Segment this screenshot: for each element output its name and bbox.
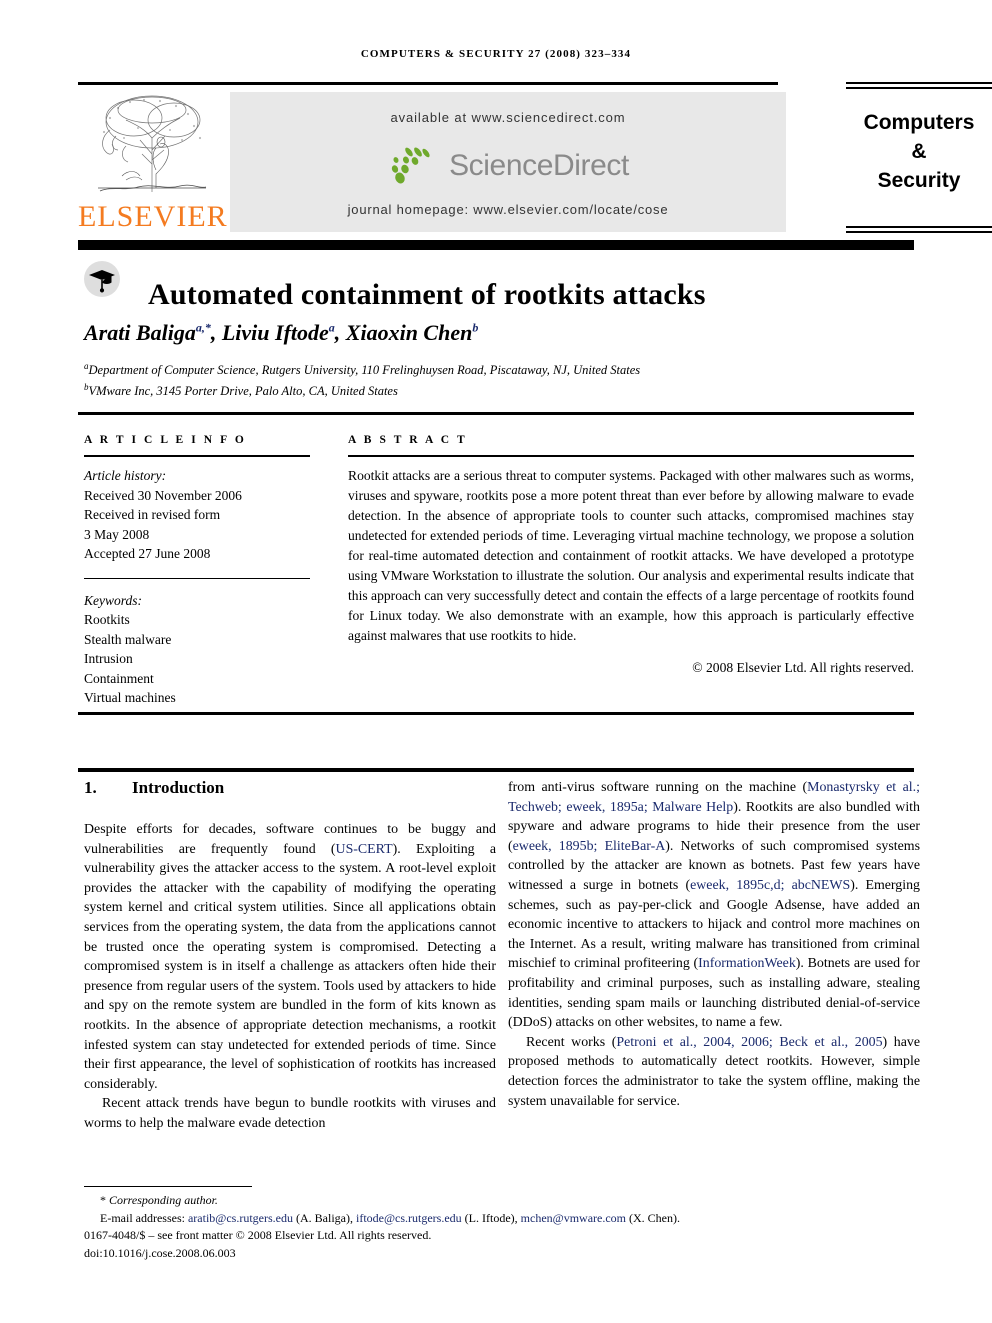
masthead-black-bar: [78, 240, 914, 250]
journal-masthead: ELSEVIER available at www.sciencedirect.…: [78, 82, 992, 242]
keywords-block: Keywords: Rootkits Stealth malware Intru…: [84, 591, 310, 708]
corresponding-author-note: * Corresponding author.: [84, 1192, 920, 1210]
abstract-column: A B S T R A C T Rootkit attacks are a se…: [348, 434, 914, 676]
sciencedirect-leaves-icon: [391, 147, 430, 184]
email-link[interactable]: iftode@cs.rutgers.edu: [356, 1211, 462, 1225]
paragraph: from anti-virus software running on the …: [508, 780, 921, 1031]
article-info-heading: A R T I C L E I N F O: [84, 434, 247, 446]
masthead-rule-right-bottom: [846, 226, 992, 228]
journal-homepage-text: journal homepage: www.elsevier.com/locat…: [347, 202, 669, 217]
sciencedirect-wordmark: ScienceDirect: [449, 149, 629, 182]
doi-line: doi:10.1016/j.cose.2008.06.003: [84, 1245, 236, 1260]
article-history-label: Article history:: [84, 468, 167, 483]
corresponding-marker: *: [100, 1193, 106, 1207]
masthead-rule-right-top: [846, 82, 992, 84]
affiliation-b: bVMware Inc, 3145 Porter Drive, Palo Alt…: [84, 382, 398, 399]
paragraph: Recent works (Petroni et al., 2004, 2006…: [508, 1034, 920, 1109]
masthead-rule-right-top-2: [846, 87, 992, 89]
body-column-left: 1. Introduction Despite efforts for decad…: [84, 778, 496, 1134]
journal-title-block: Computers & Security: [846, 108, 992, 195]
email-owner: (L. Iftode): [464, 1210, 515, 1225]
citation-link[interactable]: InformationWeek: [698, 956, 796, 971]
body-top-bar: [78, 768, 914, 772]
abstract-heading: A B S T R A C T: [348, 434, 468, 446]
keyword-item: Intrusion: [84, 651, 133, 666]
masthead-rule-right-bottom-2: [846, 231, 992, 233]
article-history: Article history: Received 30 November 20…: [84, 466, 310, 564]
section-title: Introduction: [132, 778, 225, 797]
footnote-rule: [84, 1186, 252, 1187]
citation-link[interactable]: eweek, 1895c,d; abcNEWS: [690, 878, 850, 893]
email-owner: (X. Chen): [629, 1210, 678, 1225]
article-info-rule: [84, 455, 310, 457]
page-title: Automated containment of rootkits attack…: [148, 278, 706, 312]
article-info-column: A R T I C L E I N F O Article history: R…: [84, 434, 310, 708]
paragraph: Despite efforts for decades, software co…: [84, 822, 496, 1092]
running-head: Computers & security 27 (2008) 323–334: [360, 48, 632, 60]
issn-front-matter: 0167-4048/$ – see front matter © 2008 El…: [84, 1228, 432, 1242]
body-column-right: from anti-virus software running on the …: [508, 778, 920, 1111]
author-list: Arati Baligaa,*, Liviu Iftodea, Xiaoxin …: [84, 320, 479, 345]
section-heading-introduction: 1. Introduction: [84, 778, 496, 798]
citation-link[interactable]: eweek, 1895b; EliteBar-A: [513, 839, 666, 854]
sciencedirect-panel: available at www.sciencedirect.com Scien…: [230, 92, 786, 232]
keywords-label: Keywords:: [84, 592, 142, 608]
abstract-rule: [348, 455, 914, 457]
elsevier-logo: ELSEVIER: [78, 92, 228, 240]
citation-link[interactable]: Petroni et al., 2004, 2006; Beck et al.,…: [616, 1035, 882, 1050]
footnote-block: * Corresponding author. E-mail addresses…: [84, 1192, 920, 1262]
article-history-line: Received 30 November 2006: [84, 487, 242, 503]
abstract-copyright: © 2008 Elsevier Ltd. All rights reserved…: [692, 660, 914, 675]
abstract-text: Rootkit attacks are a serious threat to …: [348, 468, 914, 643]
affiliations: aDepartment of Computer Science, Rutgers…: [84, 358, 914, 400]
sciencedirect-logo[interactable]: ScienceDirect: [230, 142, 786, 190]
keyword-item: Rootkits: [84, 612, 130, 627]
elsevier-tree-icon: [98, 95, 207, 192]
affiliation-a: aDepartment of Computer Science, Rutgers…: [84, 361, 641, 378]
keyword-item: Containment: [84, 670, 154, 686]
keywords-rule: [84, 577, 310, 579]
email-link[interactable]: aratib@cs.rutgers.edu: [188, 1211, 293, 1225]
divider-below-abstract: [78, 712, 914, 715]
email-addresses-line: E-mail addresses: aratib@cs.rutgers.edu …: [100, 1210, 681, 1225]
elsevier-wordmark: ELSEVIER: [78, 200, 228, 233]
email-label: E-mail addresses:: [100, 1210, 185, 1225]
divider-above-abstract: [78, 412, 914, 415]
email-link[interactable]: mchen@vmware.com: [521, 1211, 626, 1225]
journal-title-line-2: &: [911, 140, 927, 163]
paragraph: Recent attack trends have begun to bundl…: [84, 1096, 496, 1131]
article-history-line: 3 May 2008: [84, 526, 150, 542]
journal-title-line-1: Computers: [863, 111, 975, 134]
keyword-item: Virtual machines: [84, 690, 176, 705]
corresponding-label: Corresponding author.: [109, 1193, 218, 1207]
article-history-line: Received in revised form: [84, 507, 221, 522]
section-number: 1.: [84, 778, 97, 797]
article-history-line: Accepted 27 June 2008: [84, 546, 211, 561]
available-at-text: available at www.sciencedirect.com: [390, 110, 626, 125]
journal-title-line-3: Security: [877, 169, 961, 192]
citation-link[interactable]: US-CERT: [336, 842, 393, 857]
masthead-rule-left: [78, 82, 778, 85]
paper-page: Computers & security 27 (2008) 323–334: [0, 0, 992, 1323]
mortarboard-icon: [84, 261, 120, 297]
keyword-item: Stealth malware: [84, 631, 172, 647]
email-owner: (A. Baliga): [296, 1210, 350, 1225]
